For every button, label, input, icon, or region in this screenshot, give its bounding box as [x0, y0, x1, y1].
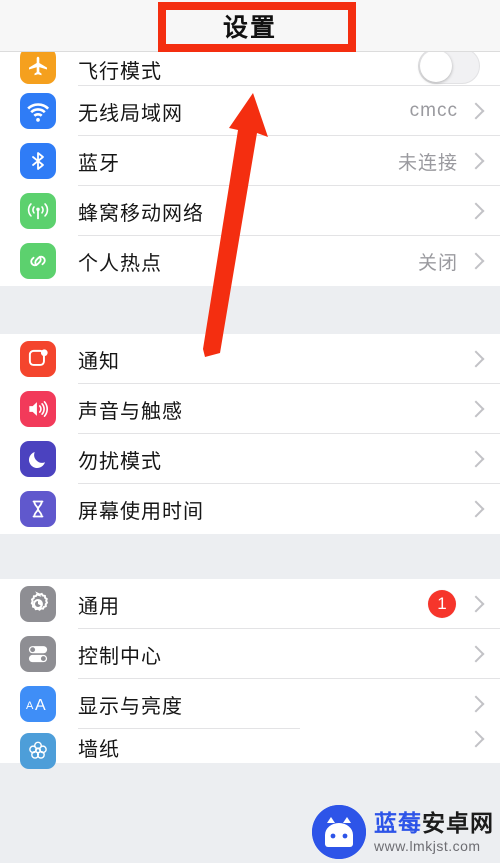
settings-row-label: 勿扰模式	[78, 450, 162, 473]
settings-row-wifi[interactable]: 无线局域网 cmcc	[0, 86, 500, 136]
bluetooth-icon	[20, 143, 56, 179]
settings-row-general[interactable]: 通用 1	[0, 579, 500, 629]
settings-row-label: 个人热点	[78, 252, 162, 275]
chevron-right-icon	[467, 595, 485, 613]
chevron-right-icon	[467, 102, 485, 120]
settings-row-label: 飞行模式	[78, 61, 162, 83]
chevron-right-icon	[467, 730, 485, 748]
settings-row-label: 蜂窝移动网络	[78, 202, 204, 225]
wifi-network-value: cmcc	[409, 100, 458, 121]
wallpaper-icon	[20, 733, 56, 769]
aa-icon: A A	[20, 686, 56, 722]
moon-icon	[20, 441, 56, 477]
chevron-right-icon	[467, 252, 485, 270]
settings-group-alerts: 通知 声音与触感 勿扰模式 屏幕使用时间	[0, 334, 500, 534]
settings-row-label: 蓝牙	[78, 152, 120, 175]
status-badge: 1	[428, 590, 456, 618]
watermark: 蓝莓安卓网 www.lmkjst.com	[312, 805, 494, 859]
settings-row-label: 屏幕使用时间	[78, 500, 204, 523]
chevron-right-icon	[467, 500, 485, 518]
settings-row-control-center[interactable]: 控制中心	[0, 629, 500, 679]
settings-group-connectivity: 飞行模式 无线局域网 cmcc 蓝牙 未连接 蜂窝移动网络 个人热点 关闭	[0, 48, 500, 286]
nav-bar: 设置	[0, 0, 500, 52]
chevron-right-icon	[467, 450, 485, 468]
hotspot-status-value: 关闭	[417, 252, 458, 274]
svg-text:A: A	[35, 697, 46, 714]
settings-row-personal-hotspot[interactable]: 个人热点 关闭	[0, 236, 500, 286]
settings-screen: 设置 飞行模式 无线局域网 cmcc 蓝牙 未连接 蜂窝移动网络 个人热点 关闭…	[0, 0, 500, 863]
svg-text:A: A	[26, 700, 34, 712]
chevron-right-icon	[467, 202, 485, 220]
settings-row-do-not-disturb[interactable]: 勿扰模式	[0, 434, 500, 484]
chevron-right-icon	[467, 350, 485, 368]
settings-list[interactable]: 飞行模式 无线局域网 cmcc 蓝牙 未连接 蜂窝移动网络 个人热点 关闭 通知…	[0, 48, 500, 863]
notification-icon	[20, 341, 56, 377]
wifi-icon	[20, 93, 56, 129]
speaker-icon	[20, 391, 56, 427]
toggles-icon	[20, 636, 56, 672]
watermark-text: 蓝莓安卓网 www.lmkjst.com	[374, 809, 494, 854]
watermark-logo-icon	[312, 805, 366, 859]
settings-row-display-brightness[interactable]: A A 显示与亮度	[0, 679, 500, 729]
watermark-brand: 蓝莓安卓网	[374, 809, 494, 836]
airplane-mode-toggle[interactable]	[418, 48, 480, 84]
settings-group-system: 通用 1 控制中心 A A 显示与亮度 墙纸	[0, 579, 500, 769]
settings-row-bluetooth[interactable]: 蓝牙 未连接	[0, 136, 500, 186]
settings-row-sounds-haptics[interactable]: 声音与触感	[0, 384, 500, 434]
chevron-right-icon	[467, 400, 485, 418]
watermark-brand-dark: 安卓网	[422, 809, 494, 836]
settings-row-airplane-mode[interactable]: 飞行模式	[0, 48, 500, 86]
chevron-right-icon	[467, 645, 485, 663]
watermark-brand-blue: 蓝莓	[374, 809, 422, 836]
settings-row-screen-time[interactable]: 屏幕使用时间	[0, 484, 500, 534]
page-title: 设置	[222, 13, 277, 42]
settings-row-label: 显示与亮度	[78, 695, 183, 718]
bluetooth-status-value: 未连接	[397, 152, 458, 174]
chevron-right-icon	[467, 152, 485, 170]
settings-row-notifications[interactable]: 通知	[0, 334, 500, 384]
settings-row-label: 控制中心	[78, 645, 162, 668]
hourglass-icon	[20, 491, 56, 527]
group-separator	[0, 286, 500, 334]
settings-row-label: 声音与触感	[78, 400, 183, 423]
gear-icon	[20, 586, 56, 622]
settings-row-cellular[interactable]: 蜂窝移动网络	[0, 186, 500, 236]
chevron-right-icon	[467, 695, 485, 713]
settings-row-label: 通用	[78, 595, 120, 618]
toggle-knob	[420, 50, 452, 82]
group-separator	[0, 534, 500, 579]
settings-row-label: 通知	[78, 350, 120, 373]
hotspot-icon	[20, 243, 56, 279]
cellular-icon	[20, 193, 56, 229]
settings-row-label: 墙纸	[78, 739, 120, 761]
settings-row-label: 无线局域网	[78, 102, 183, 125]
airplane-icon	[20, 48, 56, 84]
watermark-url: www.lmkjst.com	[374, 837, 481, 854]
settings-row-wallpaper[interactable]: 墙纸	[0, 729, 500, 769]
